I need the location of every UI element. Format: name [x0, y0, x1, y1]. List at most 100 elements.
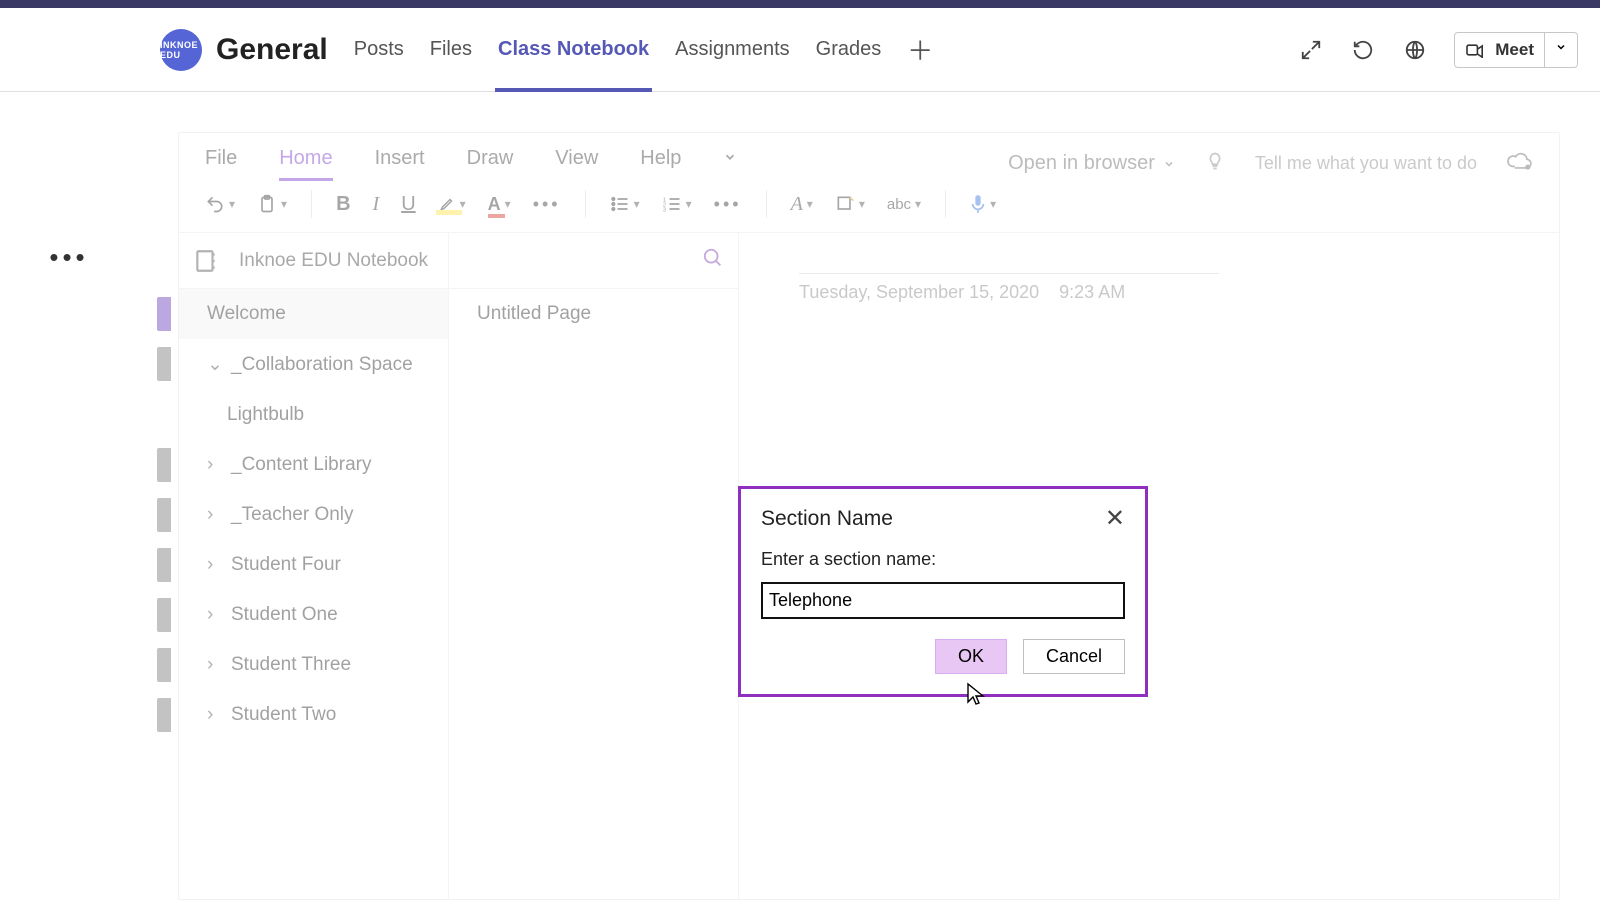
reload-icon[interactable]: [1350, 37, 1376, 63]
toolbar-separator: [766, 190, 767, 218]
ribbon-help[interactable]: Help: [640, 147, 681, 180]
chevron-right-icon: ›: [207, 704, 221, 726]
undo-button[interactable]: ▾: [205, 194, 235, 214]
chevron-right-icon: ›: [207, 454, 221, 476]
title-underline: [799, 273, 1219, 274]
ribbon-insert[interactable]: Insert: [375, 147, 425, 180]
tag-icon: [835, 194, 855, 214]
search-icon[interactable]: [702, 247, 724, 275]
dialog-title: Section Name: [761, 507, 893, 531]
meet-button-label: Meet: [1495, 40, 1534, 60]
chevron-down-icon: [723, 150, 737, 164]
notebook-title[interactable]: Inknoe EDU Notebook: [233, 250, 434, 272]
section-welcome[interactable]: Welcome: [179, 289, 448, 339]
section-student-two[interactable]: ›Student Two: [179, 690, 448, 740]
highlight-button[interactable]: ▾: [438, 195, 466, 213]
pages-pane: Untitled Page: [449, 233, 738, 899]
channel-tabs: Posts Files Class Notebook Assignments G…: [354, 8, 934, 91]
tell-me-search[interactable]: Tell me what you want to do: [1255, 153, 1477, 174]
sync-status-icon[interactable]: [1507, 150, 1533, 178]
expand-icon[interactable]: [1298, 37, 1324, 63]
numbered-list-button[interactable]: 123 ▾: [662, 195, 692, 213]
chevron-down-icon: ▾: [990, 197, 996, 211]
tab-assignments[interactable]: Assignments: [675, 8, 790, 91]
styles-button[interactable]: A ▾: [791, 193, 813, 216]
tags-button[interactable]: ▾: [835, 194, 865, 214]
dictate-button[interactable]: ▾: [970, 193, 996, 215]
spellcheck-icon: abc: [887, 196, 911, 213]
chevron-down-icon: ▾: [505, 197, 511, 211]
chevron-right-icon: ›: [207, 554, 221, 576]
section-teacher-only[interactable]: ›_Teacher Only: [179, 490, 448, 540]
numbered-list-icon: 123: [662, 195, 682, 213]
section-collaboration-space[interactable]: ⌄_Collaboration Space: [179, 339, 448, 390]
ribbon-view[interactable]: View: [555, 147, 598, 180]
section-student-four[interactable]: ›Student Four: [179, 540, 448, 590]
paste-button[interactable]: ▾: [257, 193, 287, 215]
chevron-down-icon: ▾: [229, 197, 235, 211]
teams-channel-header: INKNOE EDU General Posts Files Class Not…: [0, 8, 1600, 92]
add-tab-icon[interactable]: ＋: [907, 31, 933, 68]
page-date: Tuesday, September 15, 2020: [799, 282, 1039, 303]
notebook-nav: Inknoe EDU Notebook Welcome ⌄_Collaborat…: [179, 233, 739, 899]
open-in-browser-label: Open in browser: [1008, 152, 1155, 175]
notebook-header: Inknoe EDU Notebook: [179, 233, 448, 289]
svg-text:3: 3: [662, 208, 665, 214]
chevron-down-icon: ▾: [807, 197, 813, 211]
bold-button[interactable]: B: [336, 193, 350, 216]
team-avatar[interactable]: INKNOE EDU: [160, 29, 202, 71]
section-name-input[interactable]: [761, 582, 1125, 619]
bullet-list-button[interactable]: ▾: [610, 195, 640, 213]
notebook-icon[interactable]: [193, 248, 219, 274]
section-name-dialog: Section Name ✕ Enter a section name: OK …: [738, 486, 1148, 697]
close-icon[interactable]: ✕: [1105, 507, 1125, 531]
tab-class-notebook[interactable]: Class Notebook: [498, 8, 649, 91]
chevron-down-icon: ▾: [281, 197, 287, 211]
meet-dropdown[interactable]: [1545, 32, 1578, 68]
left-app-rail: •••: [0, 92, 138, 900]
section-lightbulb[interactable]: Lightbulb: [179, 390, 448, 440]
onenote-ribbon-tabs: File Home Insert Draw View Help Open in …: [179, 133, 1559, 180]
toolbar-separator: [585, 190, 586, 218]
undo-icon: [205, 194, 225, 214]
italic-button[interactable]: I: [373, 193, 380, 216]
tab-files[interactable]: Files: [430, 8, 472, 91]
globe-icon[interactable]: [1402, 37, 1428, 63]
chevron-down-icon: [1555, 41, 1567, 53]
bullet-list-icon: [610, 195, 630, 213]
meet-button[interactable]: Meet: [1454, 32, 1545, 68]
font-color-button[interactable]: A ▾: [488, 194, 511, 215]
chevron-down-icon: ▾: [686, 197, 692, 211]
page-time: 9:23 AM: [1059, 282, 1125, 303]
video-icon: [1465, 42, 1485, 58]
ribbon-draw[interactable]: Draw: [467, 147, 514, 180]
section-content-library[interactable]: ›_Content Library: [179, 440, 448, 490]
chevron-down-icon: ▾: [859, 197, 865, 211]
microphone-icon: [970, 193, 986, 215]
open-in-browser-button[interactable]: Open in browser: [1008, 152, 1175, 175]
underline-button[interactable]: U: [401, 193, 415, 216]
toolbar-separator: [311, 190, 312, 218]
clipboard-icon: [257, 193, 277, 215]
chevron-down-icon: [1163, 158, 1175, 170]
ribbon-file[interactable]: File: [205, 147, 237, 180]
chevron-down-icon: ▾: [915, 197, 921, 211]
tab-grades[interactable]: Grades: [816, 8, 882, 91]
spellcheck-button[interactable]: abc ▾: [887, 196, 921, 213]
cancel-button[interactable]: Cancel: [1023, 639, 1125, 674]
styles-icon: A: [791, 193, 803, 216]
section-student-one[interactable]: ›Student One: [179, 590, 448, 640]
sections-pane: Inknoe EDU Notebook Welcome ⌄_Collaborat…: [179, 233, 449, 899]
ok-button[interactable]: OK: [935, 639, 1007, 674]
tab-posts[interactable]: Posts: [354, 8, 404, 91]
paragraph-more-icon[interactable]: •••: [714, 194, 742, 215]
more-apps-icon[interactable]: •••: [49, 242, 88, 273]
dialog-prompt: Enter a section name:: [761, 549, 1125, 570]
channel-name: General: [216, 33, 328, 67]
section-student-three[interactable]: ›Student Three: [179, 640, 448, 690]
page-untitled[interactable]: Untitled Page: [449, 289, 738, 339]
ribbon-home[interactable]: Home: [279, 147, 332, 180]
ribbon-more-icon[interactable]: [723, 147, 737, 180]
chevron-right-icon: ›: [207, 654, 221, 676]
font-options-more-icon[interactable]: •••: [533, 194, 561, 215]
